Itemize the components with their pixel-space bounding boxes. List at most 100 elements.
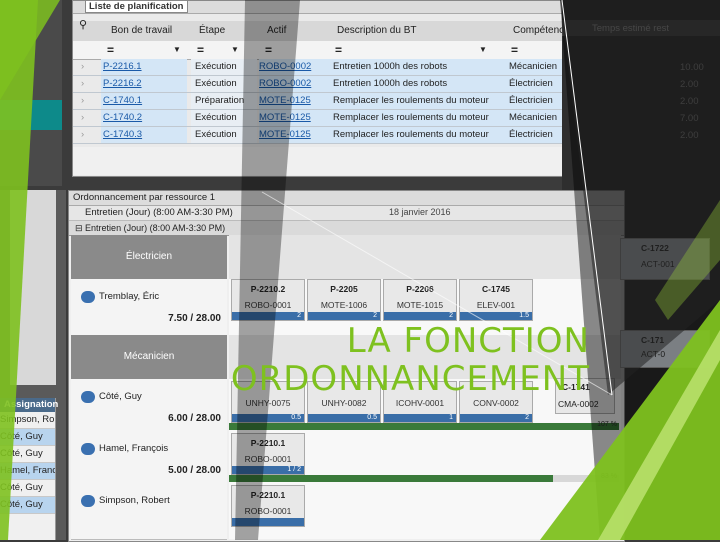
cell-skill: Mécanicien [509, 112, 558, 123]
cell-work-order[interactable]: P-2216.1 [103, 61, 142, 72]
filter-bon-travail[interactable]: = [107, 43, 114, 57]
filter-competence[interactable]: = [511, 43, 518, 57]
task-duration: 2 [460, 414, 532, 422]
group-mecanicien[interactable]: Mécanicien [71, 335, 227, 379]
expand-icon[interactable]: › [81, 78, 84, 89]
assignation-title: Assignation [0, 398, 58, 412]
cell-step: Exécution [195, 78, 237, 89]
table-row[interactable]: › C-1740.1 Préparation MOTE-0125 Remplacer l… [73, 93, 563, 110]
expand-icon[interactable]: › [81, 95, 84, 106]
cell-asset[interactable]: MOTE-0125 [259, 95, 311, 106]
cell-asset[interactable]: ROBO-0002 [259, 78, 311, 89]
scheduling-group-header[interactable]: ⊟ Entretien (Jour) (8:00 AM-3:30 PM) [69, 221, 624, 236]
filter-description[interactable]: = [335, 43, 342, 57]
group-electricien[interactable]: Électricien [71, 235, 227, 279]
task-asset: UNHY-0075 [245, 398, 291, 408]
collapse-icon[interactable]: ⊟ [75, 223, 85, 233]
list-item[interactable]: Simpson, Ro [0, 412, 55, 429]
task-card[interactable]: C-171 ACT-0 [620, 330, 710, 368]
resource-avatar-icon [81, 495, 95, 507]
col-etape[interactable]: Étape [199, 25, 225, 36]
cell-asset[interactable]: MOTE-0125 [259, 129, 311, 140]
task-duration: 1.5 [460, 312, 532, 320]
resource-avatar-icon [81, 291, 95, 303]
filter-etape[interactable]: = [197, 43, 204, 57]
cell-work-order[interactable]: P-2216.2 [103, 78, 142, 89]
scheduling-date: 18 janvier 2016 [389, 207, 451, 217]
scheduling-group-label: Entretien (Jour) (8:00 AM-3:30 PM) [85, 223, 226, 233]
task-card[interactable]: P-2205 MOTE-1006 2 [307, 279, 381, 321]
task-wo: C-1745 [482, 284, 510, 294]
capacity-bar: 107 % [229, 421, 619, 430]
task-asset: CONV-0002 [473, 398, 519, 408]
list-item[interactable]: Côté, Guy [0, 497, 55, 514]
table-row[interactable]: › C-1740.3 Exécution MOTE-0125 Remplacer les… [73, 127, 563, 144]
col-actif[interactable]: Actif [267, 25, 286, 36]
slide-title: LA FONCTION ORDONNANCEMENT [230, 322, 590, 398]
chevron-down-icon[interactable]: ▼ [173, 45, 181, 54]
list-item[interactable]: Côté, Guy [0, 429, 55, 446]
cell-estimated-time: 2.00 [680, 79, 699, 90]
expand-icon[interactable]: › [81, 129, 84, 140]
capacity-percent: 83 % [601, 473, 617, 480]
filter-actif[interactable]: = [265, 43, 272, 57]
task-card[interactable]: P-2210.2 ROBO-0001 2 [231, 279, 305, 321]
filter-icon[interactable]: ⚲ [79, 18, 87, 31]
resource-row[interactable]: Hamel, François 5.00 / 28.00 [71, 431, 227, 484]
cell-step: Exécution [195, 61, 237, 72]
assignation-rows: Simpson, Ro Côté, Guy Côté, Guy Hamel, Fran… [0, 412, 55, 514]
task-asset: UNHY-0082 [321, 398, 367, 408]
resource-hours: 7.50 / 28.00 [168, 313, 221, 324]
cell-work-order[interactable]: C-1740.2 [103, 112, 142, 123]
task-duration [232, 518, 304, 526]
resource-row[interactable]: Simpson, Robert [71, 483, 227, 540]
scheduling-view-label[interactable]: Entretien (Jour) (8:00 AM-3:30 PM) [69, 206, 624, 221]
expand-icon[interactable]: › [81, 61, 84, 72]
task-wo: P-2210.1 [250, 490, 286, 500]
task-card[interactable]: C-1722 ACT-001 [620, 238, 710, 280]
planning-list-title: Liste de planification [73, 0, 563, 14]
table-row[interactable]: › P-2216.2 Exécution ROBO-0002 Entretien 100… [73, 76, 563, 93]
list-item[interactable]: Côté, Guy [0, 446, 55, 463]
chevron-down-icon[interactable]: ▼ [479, 45, 487, 54]
resource-hours: 5.00 / 28.00 [168, 465, 221, 476]
task-wo: P-2210.2 [250, 284, 286, 294]
cell-work-order[interactable]: C-1740.1 [103, 95, 142, 106]
task-asset: ICOHV-0001 [395, 398, 445, 408]
resource-name: Simpson, Robert [99, 495, 170, 506]
list-item[interactable]: Hamel, Franc [0, 463, 55, 480]
task-asset: MOTE-1006 [320, 300, 368, 310]
cell-asset[interactable]: MOTE-0125 [259, 112, 311, 123]
cell-work-order[interactable]: C-1740.3 [103, 129, 142, 140]
task-card[interactable]: P-2206 MOTE-1015 2 [383, 279, 457, 321]
task-asset: ACT-0 [641, 349, 666, 359]
table-row[interactable]: › P-2216.1 Exécution ROBO-0002 Entretien 100… [73, 59, 563, 76]
cell-description: Entretien 1000h des robots [333, 78, 448, 89]
capacity-percent: 107 % [597, 421, 617, 428]
cell-estimated-time: 2.00 [680, 96, 699, 107]
planning-list-panel: Liste de planification ⚲ Bon de travail … [72, 0, 570, 177]
task-duration: 2 [308, 312, 380, 320]
col-bon-travail[interactable]: Bon de travail [111, 25, 172, 36]
table-row[interactable]: › C-1740.2 Exécution MOTE-0125 Remplacer les… [73, 110, 563, 127]
resource-row[interactable]: Tremblay, Éric 7.50 / 28.00 [71, 279, 227, 336]
resource-name: Hamel, François [99, 443, 169, 454]
task-card[interactable]: C-1745 ELEV-001 1.5 [459, 279, 533, 321]
task-wo: C-1722 [641, 243, 669, 253]
task-asset: ACT-001 [641, 259, 675, 269]
col-temps-estime[interactable]: Temps estimé rest [592, 23, 669, 34]
col-description[interactable]: Description du BT [337, 25, 416, 36]
assignation-panel: Assignation Simpson, Ro Côté, Guy Côté, Gu… [0, 398, 58, 540]
task-wo: P-2206 [406, 284, 434, 294]
list-item[interactable]: Côté, Guy [0, 480, 55, 497]
cell-asset[interactable]: ROBO-0002 [259, 61, 311, 72]
cell-step: Exécution [195, 129, 237, 140]
resource-row[interactable]: Côté, Guy 6.00 / 28.00 [71, 379, 227, 432]
task-card[interactable]: P-2210.1 ROBO-0001 1 / 2 [231, 433, 305, 475]
right-column-header: Temps estimé rest [562, 20, 720, 36]
resource-name: Côté, Guy [99, 391, 142, 402]
task-wo: P-2210.1 [250, 438, 286, 448]
expand-icon[interactable]: › [81, 112, 84, 123]
task-card[interactable]: P-2210.1 ROBO-0001 [231, 485, 305, 527]
chevron-down-icon[interactable]: ▼ [231, 45, 239, 54]
